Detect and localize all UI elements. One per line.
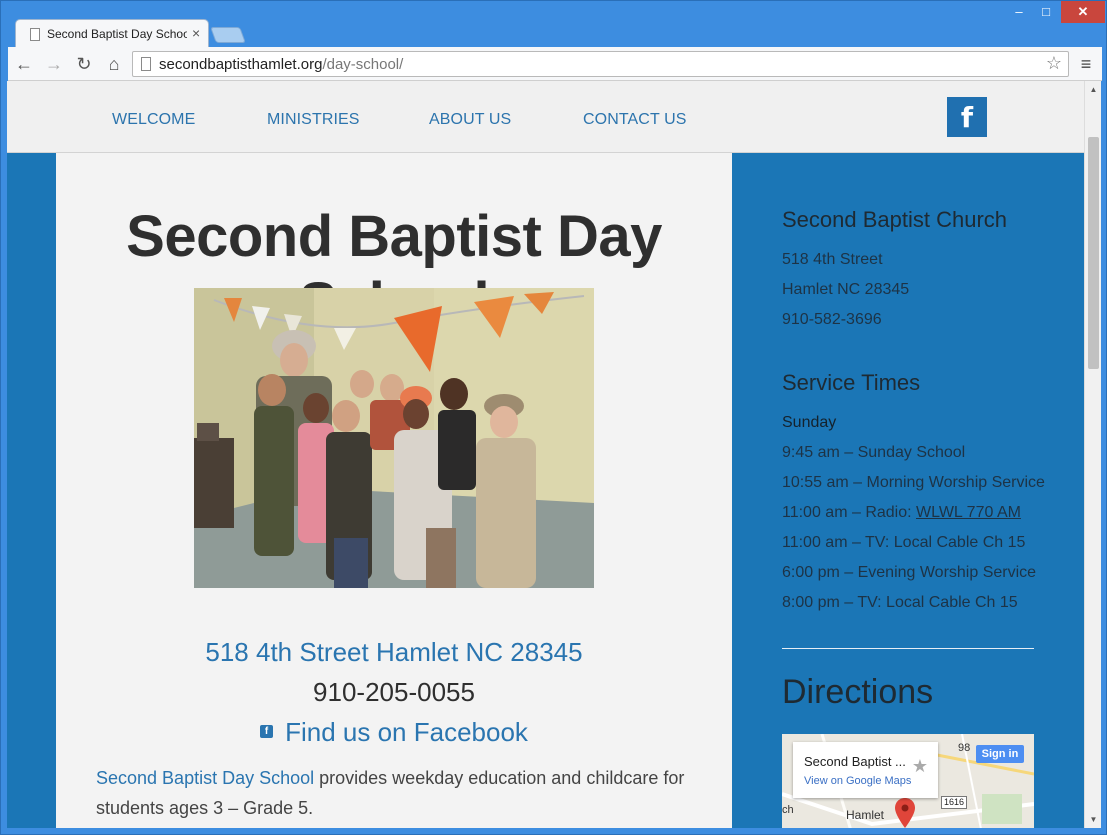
view-on-google-maps-link[interactable]: View on Google Maps <box>804 775 911 787</box>
save-star-icon[interactable]: ★ <box>912 756 928 777</box>
class-photo <box>194 288 594 588</box>
nav-ministries[interactable]: MINISTRIES <box>267 111 360 129</box>
service-day: Sunday <box>782 414 837 431</box>
map-place-label: Hamlet <box>846 808 885 822</box>
nav-welcome[interactable]: WELCOME <box>112 111 195 129</box>
facebook-link-text: Find us on Facebook <box>285 717 528 747</box>
facebook-link[interactable]: f Find us on Facebook <box>56 717 732 748</box>
day-school-link[interactable]: Second Baptist Day School <box>96 768 314 788</box>
site-nav: WELCOME MINISTRIES ABOUT US CONTACT US f <box>7 81 1084 153</box>
scroll-down-arrow-icon[interactable]: ▼ <box>1085 811 1102 828</box>
address-bar[interactable]: secondbaptisthamlet.org/day-school/ ☆ <box>132 51 1069 77</box>
nav-about-us[interactable]: ABOUT US <box>429 111 511 129</box>
service-line-radio: 11:00 am – Radio: WLWL 770 AM <box>782 504 1021 522</box>
facebook-mini-icon: f <box>260 724 274 738</box>
sidebar-divider <box>782 648 1034 649</box>
map-info-card: Second Baptist ... View on Google Maps ★ <box>793 742 938 798</box>
school-address: 518 4th Street Hamlet NC 28345 <box>205 637 583 667</box>
map-pin-icon[interactable] <box>895 798 915 828</box>
directions-heading: Directions <box>782 673 934 711</box>
browser-toolbar: ← → ↻ ⌂ secondbaptisthamlet.org/day-scho… <box>8 47 1102 81</box>
intro-paragraph: Second Baptist Day School provides weekd… <box>96 763 696 823</box>
service-times-heading: Service Times <box>782 370 921 395</box>
forward-arrow-icon[interactable]: → <box>42 52 66 76</box>
service-line: 10:55 am – Morning Worship Service <box>782 474 1045 491</box>
bookmark-star-icon[interactable]: ☆ <box>1046 53 1062 74</box>
page-scrollbar[interactable]: ▲ ▼ <box>1084 81 1101 828</box>
church-phone: 910-582-3696 <box>782 311 882 328</box>
map-sign-in-button[interactable]: Sign in <box>976 745 1024 763</box>
scrollbar-thumb[interactable] <box>1088 137 1099 369</box>
nav-contact-us[interactable]: CONTACT US <box>583 111 687 129</box>
page-icon <box>141 57 151 71</box>
facebook-icon[interactable]: f <box>947 97 987 137</box>
page-icon <box>30 28 40 41</box>
map-label: ch <box>782 804 794 816</box>
sidebar: Second Baptist Church 518 4th Street Ham… <box>782 153 1045 828</box>
service-line-text: 11:00 am – Radio: <box>782 504 917 521</box>
school-phone: 910-205-0055 <box>313 677 475 707</box>
tab-title: Second Baptist Day Schoo <box>47 27 187 41</box>
service-line: 11:00 am – TV: Local Cable Ch 15 <box>782 534 1026 551</box>
minimize-button[interactable]: – <box>1005 1 1033 23</box>
scroll-up-arrow-icon[interactable]: ▲ <box>1085 81 1102 98</box>
tab-strip: Second Baptist Day Schoo × – □ ✕ <box>1 1 1107 47</box>
browser-tab[interactable]: Second Baptist Day Schoo × <box>15 19 209 47</box>
page-viewport: WELCOME MINISTRIES ABOUT US CONTACT US f… <box>7 81 1084 828</box>
service-line: 9:45 am – Sunday School <box>782 444 966 461</box>
church-street: 518 4th Street <box>782 251 883 268</box>
url-domain: secondbaptisthamlet.org <box>159 56 323 73</box>
tab-close-icon[interactable]: × <box>192 25 200 41</box>
main-content: Second Baptist Day School <box>56 153 732 828</box>
google-map[interactable]: ch 98 Hamlet 1616 Second Baptist ... Vie… <box>782 734 1034 828</box>
church-heading: Second Baptist Church <box>782 207 1008 232</box>
url-path: /day-school/ <box>322 56 404 73</box>
service-line: 8:00 pm – TV: Local Cable Ch 15 <box>782 594 1018 611</box>
menu-icon[interactable]: ≡ <box>1074 52 1098 76</box>
home-icon[interactable]: ⌂ <box>102 52 126 76</box>
back-arrow-icon[interactable]: ← <box>12 52 36 76</box>
map-card-title: Second Baptist ... <box>804 754 906 769</box>
radio-station-link[interactable]: WLWL 770 AM <box>916 504 1021 521</box>
route-shield: 1616 <box>941 796 967 809</box>
close-window-button[interactable]: ✕ <box>1061 1 1105 23</box>
church-city: Hamlet NC 28345 <box>782 281 910 298</box>
map-label: 98 <box>958 742 971 754</box>
new-tab-button[interactable] <box>210 27 246 43</box>
maximize-button[interactable]: □ <box>1033 1 1059 23</box>
service-line: 6:00 pm – Evening Worship Service <box>782 564 1037 581</box>
reload-icon[interactable]: ↻ <box>72 52 96 76</box>
url-text[interactable]: secondbaptisthamlet.org/day-school/ <box>159 56 403 73</box>
photo-illustration <box>194 288 594 588</box>
